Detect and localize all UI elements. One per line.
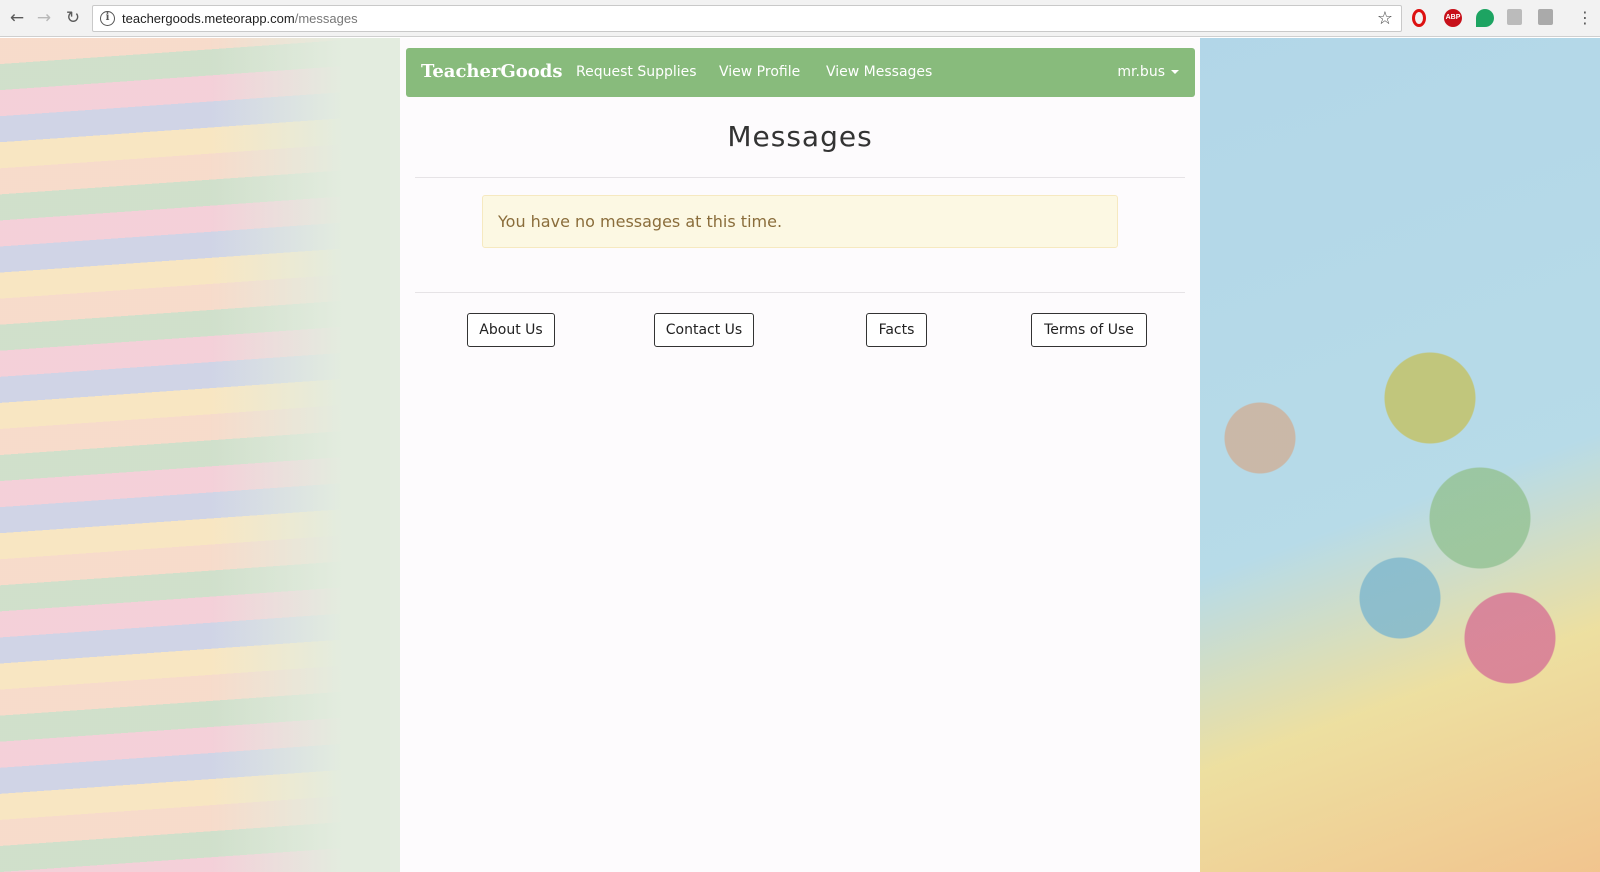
- user-dropdown[interactable]: mr.bus: [1117, 64, 1179, 80]
- nav-view-messages[interactable]: View Messages: [826, 64, 932, 80]
- page-viewport: TeacherGoods Request Supplies View Profi…: [0, 38, 1600, 872]
- nav-request-supplies[interactable]: Request Supplies: [576, 64, 697, 80]
- divider: [415, 292, 1185, 293]
- contact-us-button[interactable]: Contact Us: [654, 313, 754, 347]
- navbar: TeacherGoods Request Supplies View Profi…: [406, 48, 1195, 97]
- forward-icon[interactable]: →: [33, 7, 55, 29]
- about-us-button[interactable]: About Us: [467, 313, 555, 347]
- nav-view-profile[interactable]: View Profile: [719, 64, 800, 80]
- caret-down-icon: [1171, 70, 1179, 74]
- url-path: /messages: [294, 11, 358, 26]
- pdf-extension-icon[interactable]: [1507, 9, 1522, 25]
- evernote-extension-icon[interactable]: [1476, 9, 1494, 27]
- url-host: teachergoods.meteorapp.com: [122, 11, 295, 26]
- pencils-background-image: [0, 38, 400, 872]
- extension-icon[interactable]: [1538, 9, 1553, 25]
- divider: [415, 177, 1185, 178]
- address-bar[interactable]: i teachergoods.meteorapp.com/messages ☆: [92, 5, 1402, 32]
- school-supplies-background-image: [1200, 38, 1600, 872]
- url-text[interactable]: teachergoods.meteorapp.com/messages: [122, 11, 358, 26]
- bookmark-star-icon[interactable]: ☆: [1377, 8, 1393, 29]
- info-icon[interactable]: i: [100, 11, 115, 26]
- browser-toolbar: ← → ↻ i teachergoods.meteorapp.com/messa…: [0, 0, 1600, 37]
- terms-of-use-button[interactable]: Terms of Use: [1031, 313, 1147, 347]
- adblock-extension-icon[interactable]: ABP: [1444, 9, 1462, 27]
- browser-menu-icon[interactable]: ⋮: [1577, 8, 1593, 28]
- reload-icon[interactable]: ↻: [62, 7, 84, 29]
- brand-link[interactable]: TeacherGoods: [421, 61, 563, 82]
- facts-button[interactable]: Facts: [866, 313, 927, 347]
- page-title: Messages: [727, 120, 873, 153]
- main-container: TeacherGoods Request Supplies View Profi…: [400, 38, 1200, 872]
- back-icon[interactable]: ←: [6, 7, 28, 29]
- user-name: mr.bus: [1117, 64, 1165, 80]
- no-messages-alert: You have no messages at this time.: [482, 195, 1118, 248]
- opera-extension-icon[interactable]: [1412, 9, 1426, 27]
